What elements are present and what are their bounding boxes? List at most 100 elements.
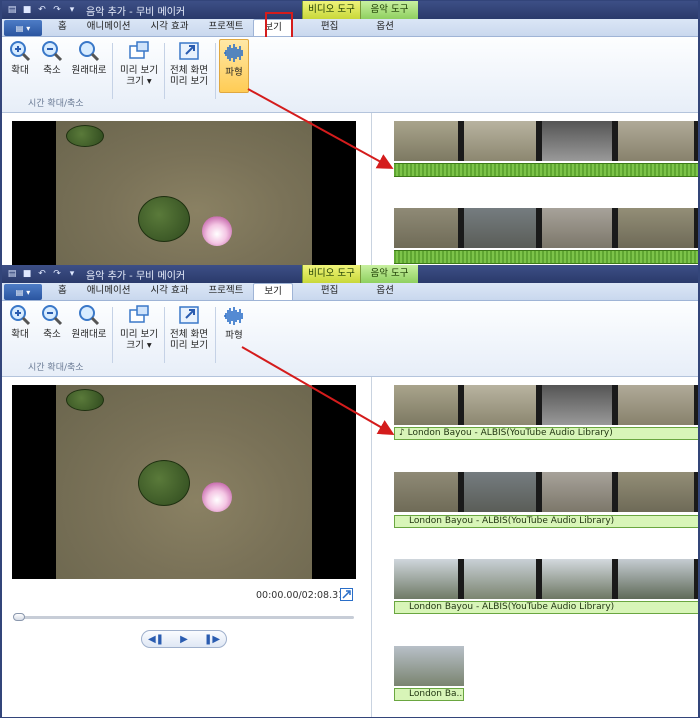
clip-thumbnail [542,385,618,425]
prev-frame-button[interactable]: ◀❚ [142,631,170,647]
zoom-out-label: 축소 [43,329,61,340]
chevron-down-icon: ▾ [26,23,31,33]
content-bottom: 00:00.00/02:08.31 ◀❚ ▶ ❚▶ ♪ London Bayou… [2,377,698,717]
clip-thumbnail [464,208,542,248]
video-tools-label: 비디오 도구 [302,1,360,19]
clip-strip-2[interactable] [394,208,698,248]
ribbon-separator [164,307,165,363]
zoom-in-button[interactable]: 확대 [6,304,34,340]
audio-clip-label: London Bayou - ALBIS(YouTube Audio Libra… [409,602,615,612]
clip-thumbnail [618,385,698,425]
clip-strip-2[interactable] [394,472,698,512]
preview-size-label-2: 크기 ▾ [126,340,152,351]
redo-icon[interactable]: ↷ [51,268,63,280]
clip-thumbnail [542,208,618,248]
redo-icon[interactable]: ↷ [51,4,63,16]
clip-strip-3[interactable] [394,559,698,599]
zoom-out-button[interactable]: 축소 [38,304,66,340]
fullscreen-preview-button[interactable]: 전체 화면 미리 보기 [166,40,212,87]
tab-edit[interactable]: 편집 [311,283,348,300]
preview-size-button[interactable]: 미리 보기 크기 ▾ [116,40,162,87]
reset-zoom-button[interactable]: 원래대로 [68,304,110,340]
preview-size-label: 미리 보기 [120,65,158,76]
waveform-label: 파형 [225,330,243,341]
clip-strip-1[interactable] [394,121,698,161]
lily-pad [138,196,190,242]
file-menu-button[interactable]: ▤ ▾ [4,284,42,300]
audio-clip-label: London Bayou - ALBIS(YouTube Audio Libra… [407,428,613,438]
tab-home[interactable]: 홈 [48,19,77,36]
clip-thumbnail [394,121,464,161]
fullscreen-small-icon[interactable] [340,588,353,601]
playback-controls: ◀❚ ▶ ❚▶ [141,630,227,648]
audio-clip-1[interactable]: ♪ London Bayou - ALBIS(YouTube Audio Lib… [394,427,698,440]
clip-thumbnail [618,121,698,161]
seek-bar[interactable] [16,616,354,619]
tab-visual-effects[interactable]: 시각 효과 [140,283,198,300]
reset-zoom-icon [79,41,100,62]
tab-edit[interactable]: 편집 [311,19,348,36]
tab-visual-effects[interactable]: 시각 효과 [140,19,198,36]
chevron-down-icon: ▾ [26,287,31,297]
tab-options[interactable]: 옵션 [366,19,403,36]
file-menu-button[interactable]: ▤ ▾ [4,20,42,36]
waveform-label: 파형 [225,67,243,78]
reset-zoom-label: 원래대로 [71,65,107,76]
clip-thumbnail [464,385,542,425]
qa-dropdown-icon[interactable]: ▾ [66,268,78,280]
reset-zoom-button[interactable]: 원래대로 [68,40,110,76]
preview-size-button[interactable]: 미리 보기 크기 ▾ [116,304,162,351]
zoom-in-button[interactable]: 확대 [6,40,34,76]
lily-pad [138,460,190,506]
tab-options[interactable]: 옵션 [366,283,403,300]
preview-frame [56,385,312,579]
next-frame-icon: ❚▶ [203,633,221,645]
zoom-group-label: 시간 확대/축소 [28,99,84,109]
fullscreen-icon [179,42,199,60]
tab-animation[interactable]: 애니메이션 [77,19,141,36]
audio-clip-4[interactable]: London Ba... [394,688,464,701]
fullscreen-label-2: 미리 보기 [170,340,208,351]
reset-zoom-label: 원래대로 [71,329,107,340]
audio-clip-2[interactable]: London Bayou - ALBIS(YouTube Audio Libra… [394,515,698,528]
tab-animation[interactable]: 애니메이션 [77,283,141,300]
undo-icon[interactable]: ↶ [36,268,48,280]
waveform-button[interactable]: 파형 [219,303,249,357]
zoom-out-button[interactable]: 축소 [38,40,66,76]
tab-project[interactable]: 프로젝트 [198,283,253,300]
seek-knob[interactable] [13,613,25,621]
music-note-icon: ♪ [399,428,408,438]
ribbon-top: 확대 축소 원래대로 미리 보기 크기 ▾ 전체 화면 미리 보기 파형 시간 … [2,37,698,113]
clip-thumbnail [464,472,542,512]
music-tools-label: 음악 도구 [360,1,418,19]
clip-strip-4[interactable] [394,646,464,686]
audio-waveform-2[interactable] [394,250,698,264]
context-tabs-top: 비디오 도구 음악 도구 [302,1,418,19]
pane-divider [371,113,372,265]
save-icon[interactable]: ■ [21,4,33,16]
clip-strip-1[interactable] [394,385,698,425]
undo-icon[interactable]: ↶ [36,4,48,16]
lotus-flower [202,216,232,246]
tab-view[interactable]: 보기 [253,283,293,300]
audio-clip-3[interactable]: London Bayou - ALBIS(YouTube Audio Libra… [394,601,698,614]
next-frame-button[interactable]: ❚▶ [198,631,226,647]
zoom-group-label: 시간 확대/축소 [28,363,84,373]
lily-pad [66,125,104,147]
preview-size-icon [129,41,149,59]
audio-waveform-1[interactable] [394,163,698,177]
preview-size-icon [129,305,149,323]
tab-home[interactable]: 홈 [48,283,77,300]
save-icon[interactable]: ■ [21,268,33,280]
clip-thumbnail [618,559,698,599]
tab-project[interactable]: 프로젝트 [198,19,253,36]
qa-dropdown-icon[interactable]: ▾ [66,4,78,16]
play-button[interactable]: ▶ [170,631,198,647]
waveform-button[interactable]: 파형 [219,39,249,93]
clip-thumbnail [394,472,464,512]
fullscreen-preview-button[interactable]: 전체 화면 미리 보기 [166,304,212,351]
clip-thumbnail [464,559,542,599]
zoom-out-icon [42,41,63,62]
ribbon-bottom: 확대 축소 원래대로 미리 보기 크기 ▾ 전체 화면 미리 보기 파형 시간 … [2,301,698,377]
zoom-out-icon [42,305,63,326]
